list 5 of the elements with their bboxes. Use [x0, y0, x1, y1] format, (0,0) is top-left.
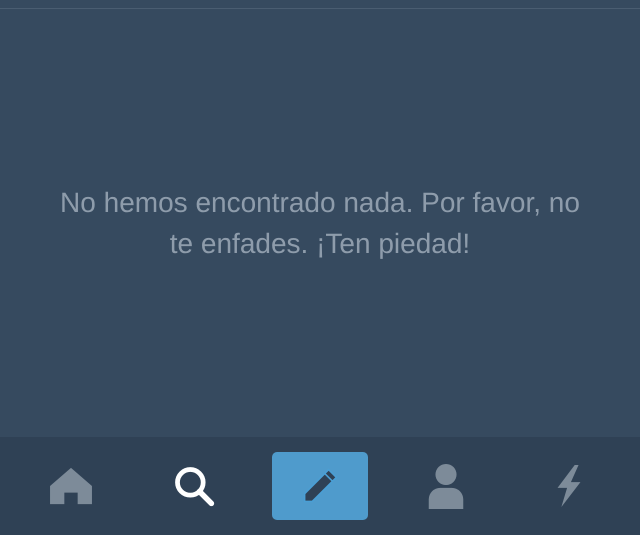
home-icon	[48, 466, 94, 506]
compose-button[interactable]	[272, 452, 368, 520]
empty-message: No hemos encontrado nada. Por favor, no te enfades. ¡Ten piedad!	[60, 186, 580, 261]
person-icon	[428, 463, 464, 509]
search-icon	[172, 464, 216, 508]
